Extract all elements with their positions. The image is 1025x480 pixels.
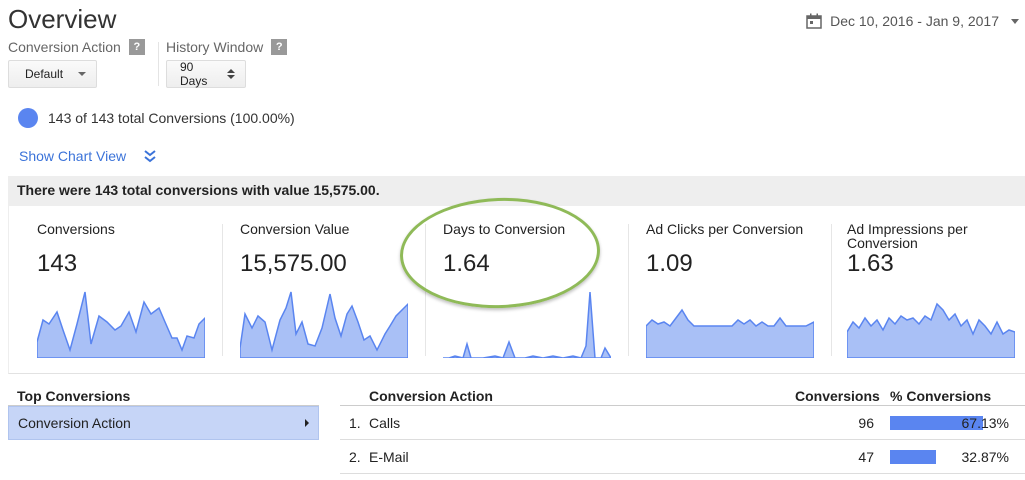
- help-icon[interactable]: ?: [128, 39, 145, 55]
- top-conversions-item-label: Conversion Action: [18, 415, 131, 431]
- metric-value: 1.09: [646, 250, 693, 277]
- conversion-action-label: Conversion Action: [8, 39, 121, 55]
- metric-conversion-value[interactable]: Conversion Value 15,575.00: [220, 206, 422, 374]
- column-header-action[interactable]: Conversion Action: [369, 388, 493, 404]
- table-row[interactable]: 1. Calls 96 67.13%: [340, 406, 1025, 440]
- column-header-pct[interactable]: % Conversions: [890, 388, 991, 404]
- row-index: 2.: [349, 449, 361, 465]
- metric-ad-clicks-per-conversion[interactable]: Ad Clicks per Conversion 1.09: [626, 206, 828, 374]
- conversion-action-control: Conversion Action ? Default: [8, 39, 145, 88]
- date-range-picker[interactable]: Dec 10, 2016 - Jan 9, 2017: [806, 13, 1019, 29]
- sparkline: [443, 291, 611, 358]
- conversion-action-select[interactable]: Default: [8, 60, 97, 88]
- page-title: Overview: [8, 4, 117, 34]
- redacted-block: [420, 410, 650, 436]
- metric-name: Ad Clicks per Conversion: [646, 221, 804, 237]
- double-chevron-down-icon: [144, 150, 156, 163]
- column-header-conversions[interactable]: Conversions: [795, 388, 880, 404]
- segment-label: 143 of 143 total Conversions (100.00%): [48, 110, 295, 126]
- metric-name: Conversions: [37, 221, 115, 237]
- chevron-right-icon: [305, 419, 309, 427]
- percent-bar: [890, 450, 936, 464]
- metric-name: Conversion Value: [240, 221, 350, 237]
- show-chart-view-link[interactable]: Show Chart View: [19, 148, 156, 164]
- row-pct: 67.13%: [961, 415, 1009, 431]
- row-action[interactable]: Calls: [369, 415, 400, 431]
- metric-value: 15,575.00: [240, 250, 347, 277]
- redacted-block: [415, 444, 585, 470]
- sparkline: [646, 308, 814, 358]
- segment-legend: 143 of 143 total Conversions (100.00%): [18, 108, 295, 128]
- metric-days-to-conversion[interactable]: Days to Conversion 1.64: [423, 206, 625, 374]
- top-conversions-item-conversion-action[interactable]: Conversion Action: [8, 406, 319, 440]
- segment-dot[interactable]: [18, 108, 38, 128]
- row-action[interactable]: E-Mail: [369, 449, 409, 465]
- chevron-down-icon: [78, 72, 86, 76]
- metric-value: 143: [37, 250, 78, 277]
- metric-ad-impressions-per-conversion[interactable]: Ad Impressions per Conversion 1.63: [827, 206, 1025, 374]
- history-window-control: History Window ? 90 Days: [166, 39, 288, 88]
- stepper-icon: [227, 69, 235, 79]
- date-range-label: Dec 10, 2016 - Jan 9, 2017: [830, 13, 999, 29]
- history-window-value: 90 Days: [180, 60, 208, 88]
- top-conversions-panel: Top Conversions Conversion Action: [8, 388, 319, 440]
- metric-value: 1.64: [443, 250, 490, 277]
- row-index: 1.: [349, 415, 361, 431]
- sparkline: [240, 291, 408, 358]
- summary-bar: There were 143 total conversions with va…: [8, 176, 1025, 206]
- metric-conversions[interactable]: Conversions 143: [17, 206, 219, 374]
- history-window-select[interactable]: 90 Days: [166, 60, 246, 88]
- divider: [158, 42, 159, 86]
- top-conversions-title: Top Conversions: [8, 388, 319, 406]
- calendar-icon: [806, 13, 822, 29]
- metric-name: Days to Conversion: [443, 221, 566, 237]
- table-row[interactable]: 2. E-Mail 47 32.87%: [340, 440, 1025, 474]
- metrics-panel: Conversions 143 Conversion Value 15,575.…: [8, 206, 1025, 374]
- conversion-action-value: Default: [25, 67, 64, 81]
- metric-value: 1.63: [847, 250, 894, 277]
- sparkline: [847, 302, 1015, 358]
- chevron-down-icon: [1011, 18, 1019, 24]
- help-icon[interactable]: ?: [271, 39, 288, 55]
- show-chart-view-label: Show Chart View: [19, 148, 127, 164]
- sparkline: [37, 291, 205, 358]
- row-conversions: 96: [858, 415, 874, 431]
- history-window-label: History Window: [166, 39, 264, 55]
- summary-text: There were 143 total conversions with va…: [17, 182, 380, 198]
- conversions-table: Conversion Action Conversions % Conversi…: [340, 388, 1025, 474]
- metric-name: Ad Impressions per Conversion: [847, 221, 968, 251]
- table-header: Conversion Action Conversions % Conversi…: [340, 388, 1025, 406]
- row-pct: 32.87%: [961, 449, 1009, 465]
- row-conversions: 47: [858, 449, 874, 465]
